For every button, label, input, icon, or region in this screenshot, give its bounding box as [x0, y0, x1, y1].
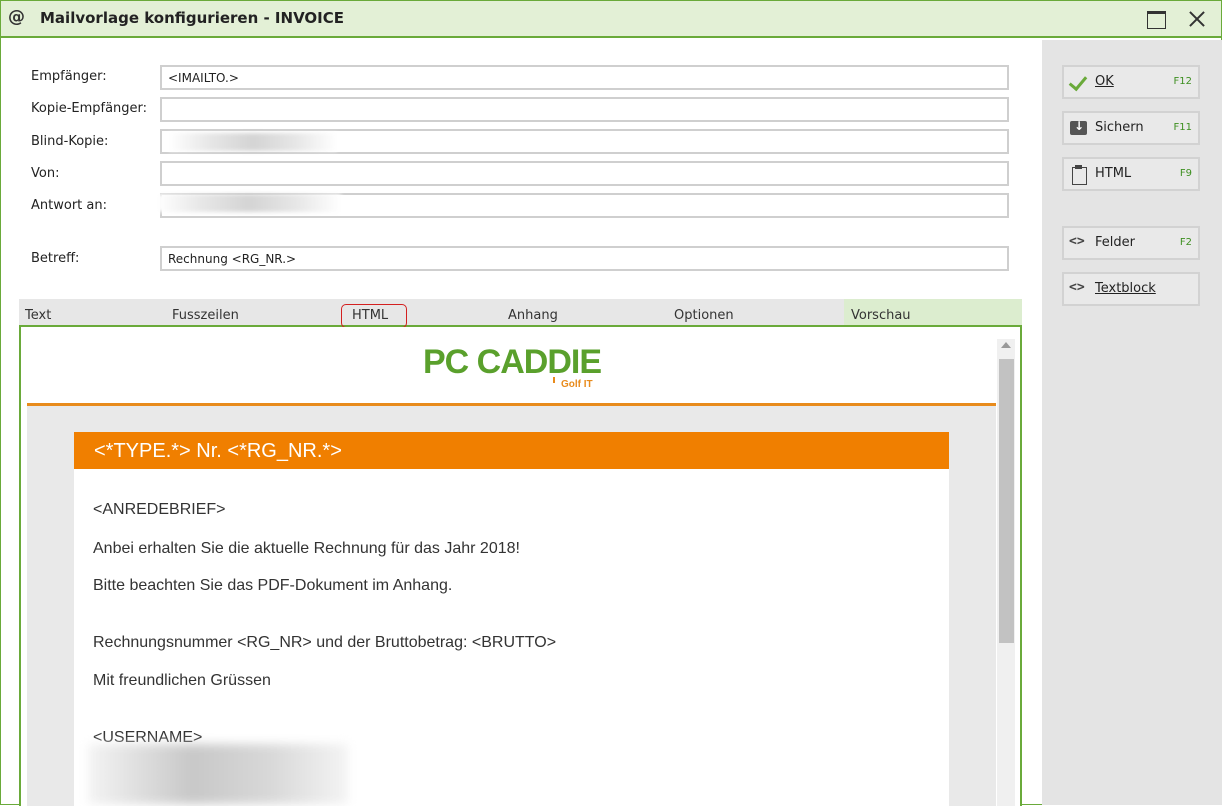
pc-caddie-logo: PC CADDIE Golf IT [423, 343, 623, 399]
preview-content: PC CADDIE Golf IT <*TYPE.*> Nr. <*RG_NR.… [27, 327, 996, 806]
from-label: Von: [31, 166, 60, 181]
mail-line: Bitte beachten Sie das PDF-Dokument im A… [93, 577, 453, 594]
check-icon [1069, 73, 1089, 91]
reply-to-label: Antwort an: [31, 198, 107, 213]
html-shortcut: F9 [1179, 168, 1192, 179]
cc-input[interactable] [160, 97, 1009, 122]
bcc-label: Blind-Kopie: [31, 134, 109, 149]
ok-shortcut: F12 [1173, 76, 1192, 87]
mail-body: <*TYPE.*> Nr. <*RG_NR.*> <ANREDEBRIEF> A… [74, 432, 949, 806]
tab-options[interactable]: Optionen [674, 308, 734, 323]
recipient-label: Empfänger: [31, 69, 107, 84]
subject-label: Betreff: [31, 251, 80, 266]
textblock-label: Textblock [1095, 281, 1156, 296]
maximize-icon[interactable] [1142, 6, 1170, 32]
html-button[interactable]: HTML F9 [1062, 157, 1200, 191]
vertical-scrollbar[interactable] [997, 339, 1015, 806]
title-bar: @ Mailvorlage konfigurieren - INVOICE [1, 1, 1221, 38]
textblock-button[interactable]: <> Textblock [1062, 272, 1200, 306]
scroll-up-icon[interactable] [1001, 342, 1011, 348]
save-shortcut: F11 [1173, 122, 1192, 133]
mail-header: <*TYPE.*> Nr. <*RG_NR.*> [74, 432, 949, 469]
redacted-reply-to [157, 194, 341, 212]
mail-line: <ANREDEBRIEF> [93, 501, 226, 518]
ok-button[interactable]: OK F12 [1062, 65, 1200, 99]
mail-line: Anbei erhalten Sie die aktuelle Rechnung… [93, 540, 520, 557]
subject-input[interactable] [160, 246, 1009, 271]
save-label: Sichern [1095, 120, 1144, 135]
action-panel: OK F12 Sichern F11 HTML F9 <> Felder F2 … [1042, 40, 1222, 805]
cc-label: Kopie-Empfänger: [31, 101, 148, 116]
save-button[interactable]: Sichern F11 [1062, 111, 1200, 145]
fields-shortcut: F2 [1179, 237, 1192, 248]
code-icon: <> [1069, 280, 1085, 295]
fields-button[interactable]: <> Felder F2 [1062, 226, 1200, 260]
tab-text[interactable]: Text [25, 308, 51, 323]
preview-pane: PC CADDIE Golf IT <*TYPE.*> Nr. <*RG_NR.… [19, 327, 1022, 806]
code-icon: <> [1069, 234, 1085, 249]
tab-html-highlight [341, 304, 407, 328]
redacted-bcc [169, 133, 337, 151]
tab-preview[interactable]: Vorschau [851, 308, 911, 323]
close-icon[interactable] [1183, 6, 1211, 32]
tab-bar: Text Fusszeilen HTML Anhang Optionen Vor… [19, 299, 1022, 328]
fields-label: Felder [1095, 235, 1135, 250]
mail-line: Rechnungsnummer <RG_NR> und der Bruttobe… [93, 634, 557, 651]
redacted-signature [88, 744, 348, 804]
html-label: HTML [1095, 166, 1132, 181]
window-title: Mailvorlage konfigurieren - INVOICE [40, 9, 344, 27]
at-icon: @ [8, 7, 25, 27]
save-icon [1069, 119, 1089, 137]
from-input[interactable] [160, 161, 1009, 186]
logo-sub: Golf IT [553, 377, 593, 390]
scroll-thumb[interactable] [999, 359, 1014, 643]
tab-footer[interactable]: Fusszeilen [172, 308, 239, 323]
tab-attachment[interactable]: Anhang [508, 308, 558, 323]
ok-label: OK [1095, 74, 1114, 89]
mail-line: Mit freundlichen Grüssen [93, 672, 271, 689]
mail-template-window: @ Mailvorlage konfigurieren - INVOICE Em… [0, 0, 1222, 806]
recipient-input[interactable] [160, 65, 1009, 90]
clipboard-icon [1069, 165, 1089, 185]
logo-main: PC CADDIE [423, 343, 602, 381]
